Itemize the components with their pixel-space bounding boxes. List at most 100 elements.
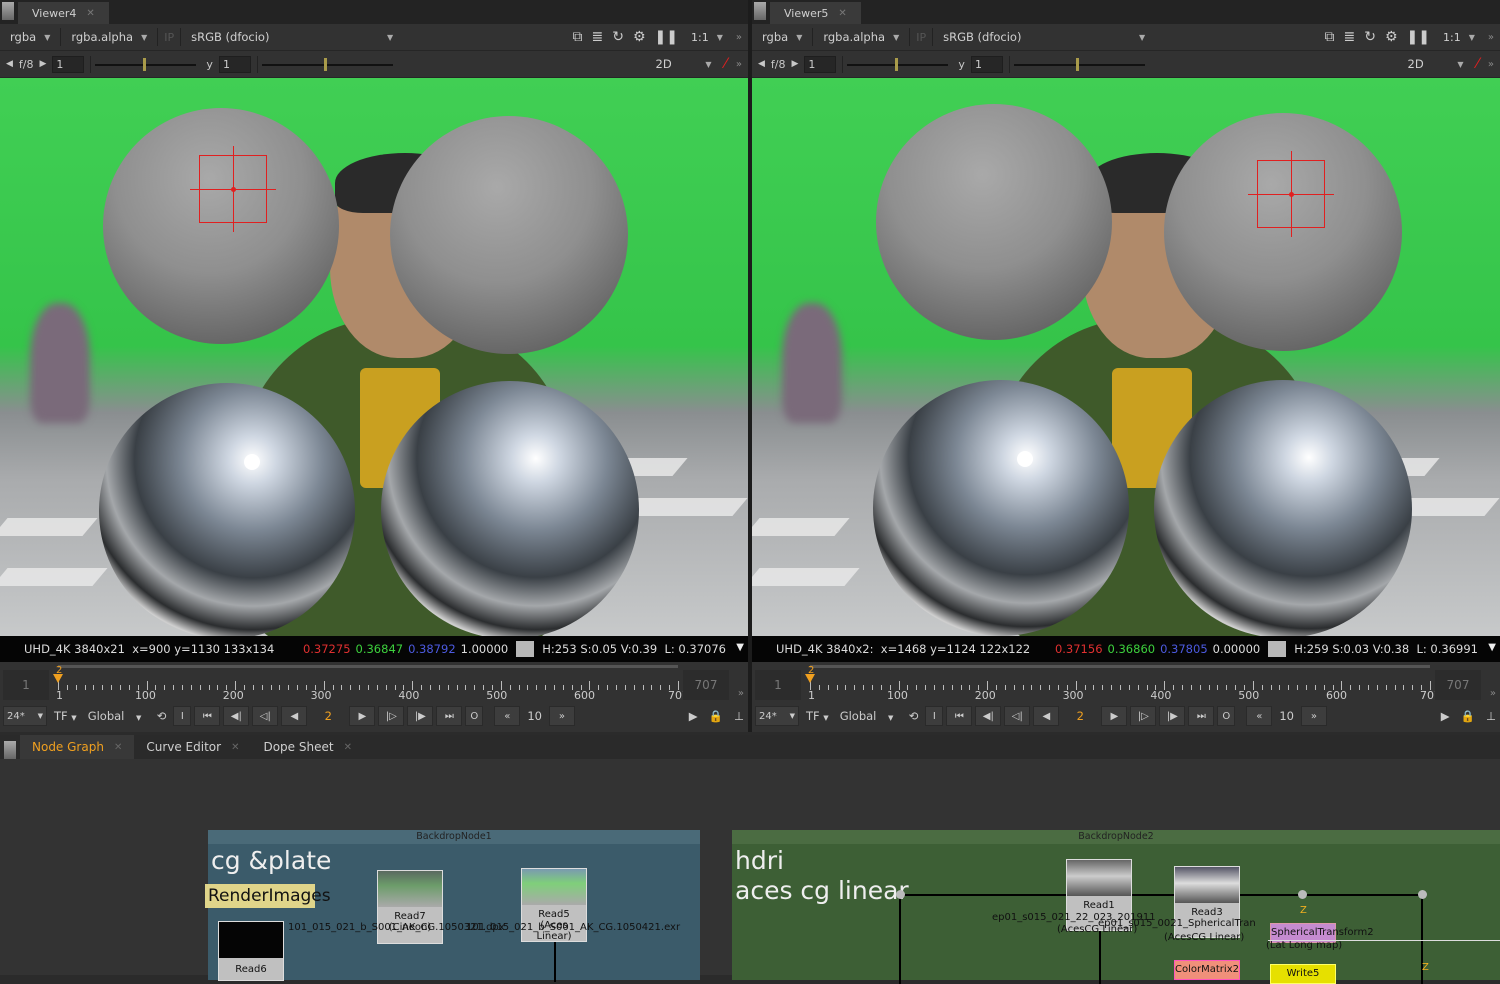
skip-forward-icon[interactable]: »	[548, 706, 575, 726]
node-read6[interactable]: Read6	[218, 921, 284, 981]
list-icon[interactable]: ≣	[1344, 29, 1356, 45]
flipbook-icon[interactable]: ▶	[1437, 709, 1454, 723]
tab-node-graph[interactable]: Node Graph ✕	[20, 735, 135, 759]
tf-dropdown[interactable]: TF ▼	[50, 709, 81, 723]
close-icon[interactable]: ✕	[838, 8, 846, 19]
close-icon[interactable]: ✕	[114, 742, 122, 753]
expand-icon[interactable]: »	[736, 59, 742, 70]
next-frame-icon[interactable]: |▷	[378, 706, 405, 726]
wipe-icon[interactable]: ⁄	[725, 56, 727, 72]
arrow-left-icon[interactable]: ◀	[6, 59, 13, 69]
gamma-slider[interactable]	[256, 55, 397, 73]
play-backward-icon[interactable]: ◀	[1033, 706, 1060, 726]
out-point-button[interactable]: O	[1217, 706, 1236, 726]
next-keyframe-icon[interactable]: |▶	[407, 706, 434, 726]
pane-grip-icon[interactable]	[2, 2, 14, 20]
start-frame-field[interactable]: 1	[3, 670, 49, 700]
skip-forward-icon[interactable]: »	[1300, 706, 1327, 726]
current-frame-field[interactable]: 2	[1062, 709, 1098, 723]
expand-icon[interactable]: »	[1490, 688, 1496, 699]
prev-keyframe-icon[interactable]: ◀|	[975, 706, 1002, 726]
arrow-left-icon[interactable]: ◀	[758, 59, 765, 69]
current-frame-field[interactable]: 2	[310, 709, 346, 723]
out-point-button[interactable]: O	[465, 706, 484, 726]
fps-dropdown[interactable]: 24* ▼	[3, 706, 47, 726]
channels-dropdown[interactable]: rgba ▼	[758, 30, 806, 44]
chevron-down-icon[interactable]: ▼	[736, 642, 744, 653]
node-graph[interactable]: BackdropNode1 cg &plate RenderImages Rea…	[0, 759, 1500, 984]
node-colormatrix2[interactable]: ColorMatrix2	[1174, 960, 1240, 980]
gpu-icon[interactable]: ⚙	[633, 29, 646, 45]
fstop-label[interactable]: f/8	[771, 58, 786, 71]
loop-icon[interactable]: ⟲	[905, 709, 923, 723]
gain-field[interactable]: 1	[52, 55, 85, 73]
list-icon[interactable]: ≣	[592, 29, 604, 45]
prev-keyframe-icon[interactable]: ◀|	[223, 706, 250, 726]
lock-icon[interactable]: 🔒	[705, 709, 727, 723]
chevron-down-icon[interactable]: ▼	[1488, 642, 1496, 653]
last-frame-icon[interactable]: ⏭	[1188, 706, 1215, 726]
close-icon[interactable]: ✕	[231, 742, 239, 753]
tf-dropdown[interactable]: TF ▼	[802, 709, 833, 723]
backdrop-node-2[interactable]: BackdropNode2 hdri aces cg linear Read1 …	[732, 830, 1500, 984]
prev-frame-icon[interactable]: ◁|	[252, 706, 279, 726]
refresh-icon[interactable]: ↻	[612, 29, 624, 45]
flipbook-icon[interactable]: ▶	[685, 709, 702, 723]
end-frame-field[interactable]: 707	[683, 670, 729, 700]
colorspace-dropdown[interactable]: sRGB (dfocio) ▼	[187, 30, 397, 44]
prev-frame-icon[interactable]: ◁|	[1004, 706, 1031, 726]
expand-icon[interactable]: »	[1488, 59, 1494, 70]
refresh-icon[interactable]: ↻	[1364, 29, 1376, 45]
skip-back-icon[interactable]: «	[494, 706, 521, 726]
backdrop-node-1[interactable]: BackdropNode1 cg &plate RenderImages Rea…	[205, 830, 700, 982]
gamma-slider[interactable]	[1008, 55, 1149, 73]
step-field[interactable]: 10	[1275, 709, 1298, 723]
close-icon[interactable]: ✕	[344, 742, 352, 753]
gpu-icon[interactable]: ⚙	[1385, 29, 1398, 45]
pane-grip-icon[interactable]	[4, 741, 16, 759]
pause-icon[interactable]: ❚❚	[655, 29, 678, 45]
fstop-label[interactable]: f/8	[19, 58, 34, 71]
lock-icon[interactable]: 🔒	[1457, 709, 1479, 723]
expand-icon[interactable]: »	[1488, 32, 1494, 43]
sample-box[interactable]	[1248, 151, 1334, 237]
alpha-dropdown[interactable]: rgba.alpha ▼	[819, 30, 903, 44]
in-point-button[interactable]: I	[173, 706, 192, 726]
viewer-image[interactable]	[0, 78, 748, 636]
gain-slider[interactable]	[842, 55, 952, 73]
viewer-divider[interactable]	[748, 0, 752, 732]
tab-curve-editor[interactable]: Curve Editor ✕	[134, 735, 251, 759]
node-write5[interactable]: Write5	[1270, 964, 1336, 984]
pane-grip-icon[interactable]	[754, 2, 766, 20]
viewer-tab[interactable]: Viewer4 ✕	[18, 2, 109, 24]
expand-icon[interactable]: »	[738, 688, 744, 699]
start-frame-field[interactable]: 1	[755, 670, 801, 700]
colorspace-dropdown[interactable]: sRGB (dfocio) ▼	[939, 30, 1149, 44]
dot-node[interactable]	[1298, 890, 1307, 899]
first-frame-icon[interactable]: ⏮	[946, 706, 973, 726]
arrow-right-icon[interactable]: ▶	[792, 59, 799, 69]
sticky-note[interactable]: RenderImages	[205, 884, 331, 908]
view-mode-dropdown[interactable]: 2D ▼	[652, 57, 716, 71]
gain-slider[interactable]	[90, 55, 200, 73]
loop-icon[interactable]: ⟲	[153, 709, 171, 723]
timeline[interactable]: 1 1 100 200 300 400 500 600 707 2 707 »	[752, 662, 1500, 706]
input-process-toggle[interactable]: IP	[916, 31, 926, 44]
next-keyframe-icon[interactable]: |▶	[1159, 706, 1186, 726]
roi-icon[interactable]: ⧉	[573, 29, 583, 45]
close-icon[interactable]: ✕	[86, 8, 94, 19]
in-point-button[interactable]: I	[925, 706, 944, 726]
next-frame-icon[interactable]: |▷	[1130, 706, 1157, 726]
step-field[interactable]: 10	[523, 709, 546, 723]
end-frame-field[interactable]: 707	[1435, 670, 1481, 700]
viewer-tab[interactable]: Viewer5 ✕	[770, 2, 861, 24]
playback-range-icon[interactable]: ⊥	[730, 709, 748, 723]
fps-dropdown[interactable]: 24* ▼	[755, 706, 799, 726]
dot-node[interactable]	[1418, 890, 1427, 899]
tab-dope-sheet[interactable]: Dope Sheet ✕	[251, 735, 363, 759]
timeline[interactable]: 1 1 100 200 300 400 500 600 707 2 707 »	[0, 662, 748, 706]
scope-dropdown[interactable]: Global ▼	[84, 709, 150, 723]
play-backward-icon[interactable]: ◀	[281, 706, 308, 726]
view-mode-dropdown[interactable]: 2D ▼	[1404, 57, 1468, 71]
zoom-dropdown[interactable]: 1:1 ▼	[687, 31, 727, 44]
